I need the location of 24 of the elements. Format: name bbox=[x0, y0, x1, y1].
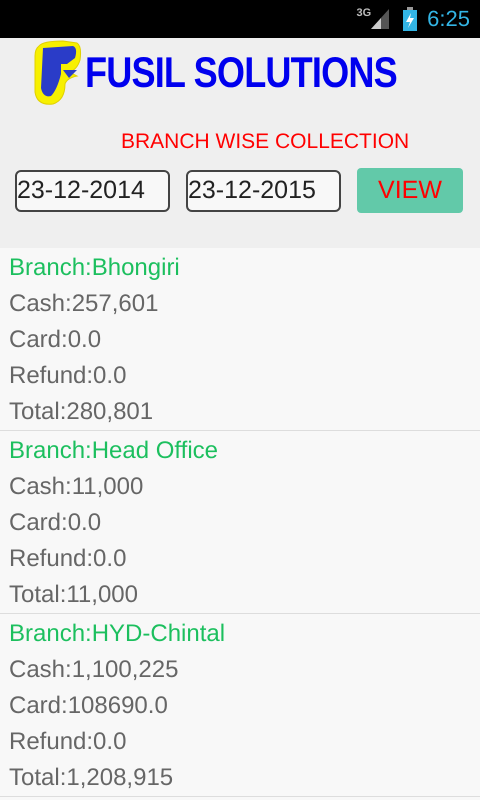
branch-name: Branch:HYD-Chintal bbox=[9, 619, 226, 649]
to-date-field[interactable]: 23-12-2015 bbox=[186, 170, 341, 212]
from-date-field[interactable]: 23-12-2014 bbox=[15, 170, 170, 212]
battery-icon bbox=[403, 7, 418, 31]
branch-name: Branch:Head Office bbox=[9, 436, 220, 466]
network-label: 3G bbox=[356, 7, 372, 19]
amount-text: Card:0.0 bbox=[9, 325, 102, 355]
amount-text: Cash:11,000 bbox=[9, 472, 144, 502]
amount-text: Card:108690.0 bbox=[9, 691, 169, 721]
amount-text: Refund:0.0 bbox=[9, 727, 128, 757]
page-subtitle: BRANCH WISE COLLECTION bbox=[120, 130, 410, 154]
amount-text: Cash:257,601 bbox=[9, 289, 160, 319]
amount-text: Cash:1,100,225 bbox=[9, 655, 180, 685]
branch-name: Branch:Bhongiri bbox=[9, 253, 181, 283]
amount-text: Total:1,208,915 bbox=[9, 763, 174, 793]
amount-text: Refund:0.0 bbox=[9, 361, 128, 391]
amount-text: Total:11,000 bbox=[9, 580, 139, 610]
app-title: FUSIL SOLUTIONS bbox=[85, 48, 397, 98]
signal-icon bbox=[371, 9, 390, 29]
amount-text: Total:280,801 bbox=[9, 397, 154, 427]
logo-icon bbox=[33, 40, 83, 106]
clock-time: 6:25 bbox=[427, 6, 470, 32]
amount-text: Refund:0.0 bbox=[9, 544, 128, 574]
amount-text: Card:0.0 bbox=[9, 508, 102, 538]
